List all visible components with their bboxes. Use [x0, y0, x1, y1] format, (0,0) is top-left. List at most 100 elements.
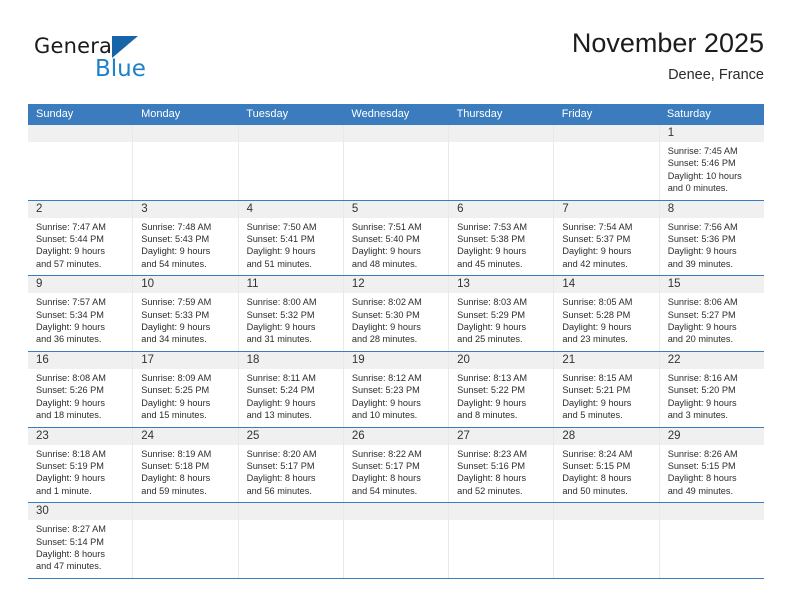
calendar-day-cell[interactable]: 13 Sunrise: 8:03 AM Sunset: 5:29 PM Dayligh…	[449, 276, 555, 351]
calendar-page: General Blue November 2025 Denee, France…	[0, 0, 792, 612]
day-details: Sunrise: 7:50 AM Sunset: 5:41 PM Daylight:…	[239, 218, 343, 276]
sunrise-text: Sunrise: 8:09 AM	[141, 372, 212, 383]
day-details: Sunrise: 8:20 AM Sunset: 5:17 PM Daylight:…	[239, 445, 343, 503]
sunset-text: Sunset: 5:15 PM	[562, 460, 631, 471]
calendar-day-cell[interactable]: 30 Sunrise: 8:27 AM Sunset: 5:14 PM Dayligh…	[28, 503, 134, 578]
general-blue-logo[interactable]: General Blue	[34, 34, 254, 92]
day-details-blank	[352, 560, 444, 572]
day-details	[238, 142, 343, 200]
day-details: Sunrise: 8:02 AM Sunset: 5:30 PM Daylight:…	[344, 293, 448, 351]
calendar-day-cell[interactable]: 23 Sunrise: 8:18 AM Sunset: 5:19 PM Dayligh…	[28, 427, 134, 503]
day-details: Sunrise: 8:13 AM Sunset: 5:22 PM Daylight:…	[449, 369, 553, 427]
daylight-text-line1: Daylight: 9 hours	[246, 397, 316, 408]
day-details: Sunrise: 8:22 AM Sunset: 5:17 PM Daylight:…	[344, 445, 448, 503]
daylight-text-line2: and 8 minutes.	[457, 410, 518, 421]
sunset-text: Sunset: 5:36 PM	[667, 234, 736, 245]
daylight-text-line2: and 1 minute.	[36, 485, 92, 496]
daylight-text-line2: and 3 minutes.	[667, 410, 728, 421]
sunrise-text: Sunrise: 7:53 AM	[457, 221, 528, 232]
daylight-text-line2: and 13 minutes.	[246, 410, 312, 421]
weekday-header-monday: Monday	[141, 108, 181, 120]
calendar-day-cell[interactable]: 12 Sunrise: 8:02 AM Sunset: 5:30 PM Dayligh…	[343, 276, 450, 351]
day-details-blank	[668, 560, 760, 572]
calendar-grid: Sunday Monday Tuesday Wednesday Thursday Frid…	[28, 104, 764, 579]
calendar-day-cell[interactable]: 10 Sunrise: 7:59 AM Sunset: 5:33 PM Dayligh…	[133, 276, 239, 351]
daylight-text-line1: Daylight: 10 hours	[667, 170, 742, 181]
calendar-day-cell[interactable]: 20 Sunrise: 8:13 AM Sunset: 5:22 PM Dayligh…	[449, 351, 555, 427]
calendar-day-cell[interactable]: 28 Sunrise: 8:24 AM Sunset: 5:15 PM Dayligh…	[554, 427, 660, 503]
day-number: 26	[343, 427, 449, 445]
daylight-text-line2: and 45 minutes.	[457, 258, 523, 269]
day-details-blank	[352, 536, 444, 548]
sunrise-text: Sunrise: 7:47 AM	[36, 221, 106, 232]
sunset-text: Sunset: 5:17 PM	[351, 460, 420, 471]
day-details-blank	[36, 145, 128, 157]
calendar-day-cell[interactable]: 6 Sunrise: 7:53 AM Sunset: 5:38 PM Daylight…	[449, 200, 555, 276]
sunrise-text: Sunrise: 8:18 AM	[36, 448, 106, 459]
sunrise-text: Sunrise: 8:23 AM	[457, 448, 528, 459]
calendar-day-cell[interactable]: 1 Sunrise: 7:45 AM Sunset: 5:46 PM Daylight…	[659, 125, 764, 200]
calendar-day-cell[interactable]: 18 Sunrise: 8:11 AM Sunset: 5:24 PM Dayligh…	[238, 351, 344, 427]
sunset-text: Sunset: 5:22 PM	[457, 385, 526, 396]
day-details: Sunrise: 8:12 AM Sunset: 5:23 PM Daylight:…	[344, 369, 448, 427]
calendar-day-cell[interactable]: 26 Sunrise: 8:22 AM Sunset: 5:17 PM Dayligh…	[343, 427, 450, 503]
daylight-text-line1: Daylight: 9 hours	[562, 322, 632, 333]
calendar-day-cell[interactable]: 27 Sunrise: 8:23 AM Sunset: 5:16 PM Dayligh…	[449, 427, 555, 503]
day-details-blank	[668, 548, 760, 560]
daylight-text-line2: and 18 minutes.	[36, 410, 102, 421]
day-details-blank	[668, 536, 760, 548]
calendar-day-cell-empty	[133, 503, 239, 578]
daylight-text-line1: Daylight: 9 hours	[36, 473, 105, 484]
calendar-day-cell[interactable]: 17 Sunrise: 8:09 AM Sunset: 5:25 PM Dayligh…	[133, 351, 239, 427]
calendar-day-cell[interactable]: 16 Sunrise: 8:08 AM Sunset: 5:26 PM Dayligh…	[28, 351, 134, 427]
calendar-day-cell[interactable]: 3 Sunrise: 7:48 AM Sunset: 5:43 PM Daylight…	[133, 200, 239, 276]
calendar-day-cell[interactable]: 7 Sunrise: 7:54 AM Sunset: 5:37 PM Daylight…	[554, 200, 660, 276]
sunrise-text: Sunrise: 8:02 AM	[351, 297, 422, 308]
sunrise-text: Sunrise: 8:22 AM	[351, 448, 422, 459]
calendar-day-cell[interactable]: 11 Sunrise: 8:00 AM Sunset: 5:32 PM Dayligh…	[238, 276, 344, 351]
day-details-blank	[562, 145, 654, 157]
sunrise-text: Sunrise: 8:20 AM	[246, 448, 317, 459]
daylight-text-line1: Daylight: 8 hours	[246, 473, 316, 484]
daylight-text-line1: Daylight: 9 hours	[246, 246, 316, 257]
day-details: Sunrise: 8:18 AM Sunset: 5:19 PM Daylight:…	[28, 445, 132, 503]
day-number: 4	[238, 200, 343, 218]
calendar-day-cell[interactable]: 5 Sunrise: 7:51 AM Sunset: 5:40 PM Daylight…	[343, 200, 450, 276]
calendar-day-cell-empty	[554, 125, 660, 200]
sunrise-text: Sunrise: 8:24 AM	[562, 448, 633, 459]
calendar-day-cell[interactable]: 21 Sunrise: 8:15 AM Sunset: 5:21 PM Dayligh…	[554, 351, 660, 427]
day-details-blank	[352, 145, 444, 157]
day-details-blank	[141, 536, 233, 548]
day-details-blank	[457, 182, 549, 194]
sunset-text: Sunset: 5:19 PM	[36, 460, 104, 471]
day-number: 18	[238, 351, 343, 369]
day-number: 16	[28, 351, 133, 369]
day-details-blank	[247, 170, 339, 182]
calendar-day-cell[interactable]: 2 Sunrise: 7:47 AM Sunset: 5:44 PM Daylight…	[28, 200, 134, 276]
calendar-day-cell[interactable]: 8 Sunrise: 7:56 AM Sunset: 5:36 PM Daylight…	[659, 200, 764, 276]
daylight-text-line1: Daylight: 9 hours	[667, 397, 737, 408]
calendar-day-cell[interactable]: 4 Sunrise: 7:50 AM Sunset: 5:41 PM Daylight…	[238, 200, 344, 276]
day-details	[554, 520, 659, 578]
calendar-day-cell[interactable]: 9 Sunrise: 7:57 AM Sunset: 5:34 PM Daylight…	[28, 276, 134, 351]
daylight-text-line2: and 5 minutes.	[562, 410, 623, 421]
calendar-day-cell[interactable]: 14 Sunrise: 8:05 AM Sunset: 5:28 PM Dayligh…	[554, 276, 660, 351]
sunset-text: Sunset: 5:14 PM	[36, 536, 104, 547]
day-details-blank	[457, 170, 549, 182]
calendar-day-cell[interactable]: 22 Sunrise: 8:16 AM Sunset: 5:20 PM Dayligh…	[659, 351, 764, 427]
sunrise-text: Sunrise: 8:11 AM	[246, 372, 316, 383]
sunset-text: Sunset: 5:27 PM	[667, 309, 736, 320]
day-number: 21	[554, 351, 659, 369]
calendar-day-cell[interactable]: 29 Sunrise: 8:26 AM Sunset: 5:15 PM Dayligh…	[659, 427, 764, 503]
sunrise-text: Sunrise: 7:56 AM	[667, 221, 738, 232]
sunset-text: Sunset: 5:30 PM	[351, 309, 420, 320]
calendar-day-cell[interactable]: 25 Sunrise: 8:20 AM Sunset: 5:17 PM Dayligh…	[238, 427, 344, 503]
day-number: 25	[238, 427, 343, 445]
calendar-day-cell[interactable]: 19 Sunrise: 8:12 AM Sunset: 5:23 PM Dayligh…	[343, 351, 450, 427]
calendar-day-cell[interactable]: 15 Sunrise: 8:06 AM Sunset: 5:27 PM Dayligh…	[659, 276, 764, 351]
sunset-text: Sunset: 5:38 PM	[457, 234, 526, 245]
calendar-day-cell[interactable]: 24 Sunrise: 8:19 AM Sunset: 5:18 PM Dayligh…	[133, 427, 239, 503]
day-details-blank	[352, 548, 444, 560]
day-details-blank	[352, 170, 444, 182]
day-details	[343, 142, 449, 200]
